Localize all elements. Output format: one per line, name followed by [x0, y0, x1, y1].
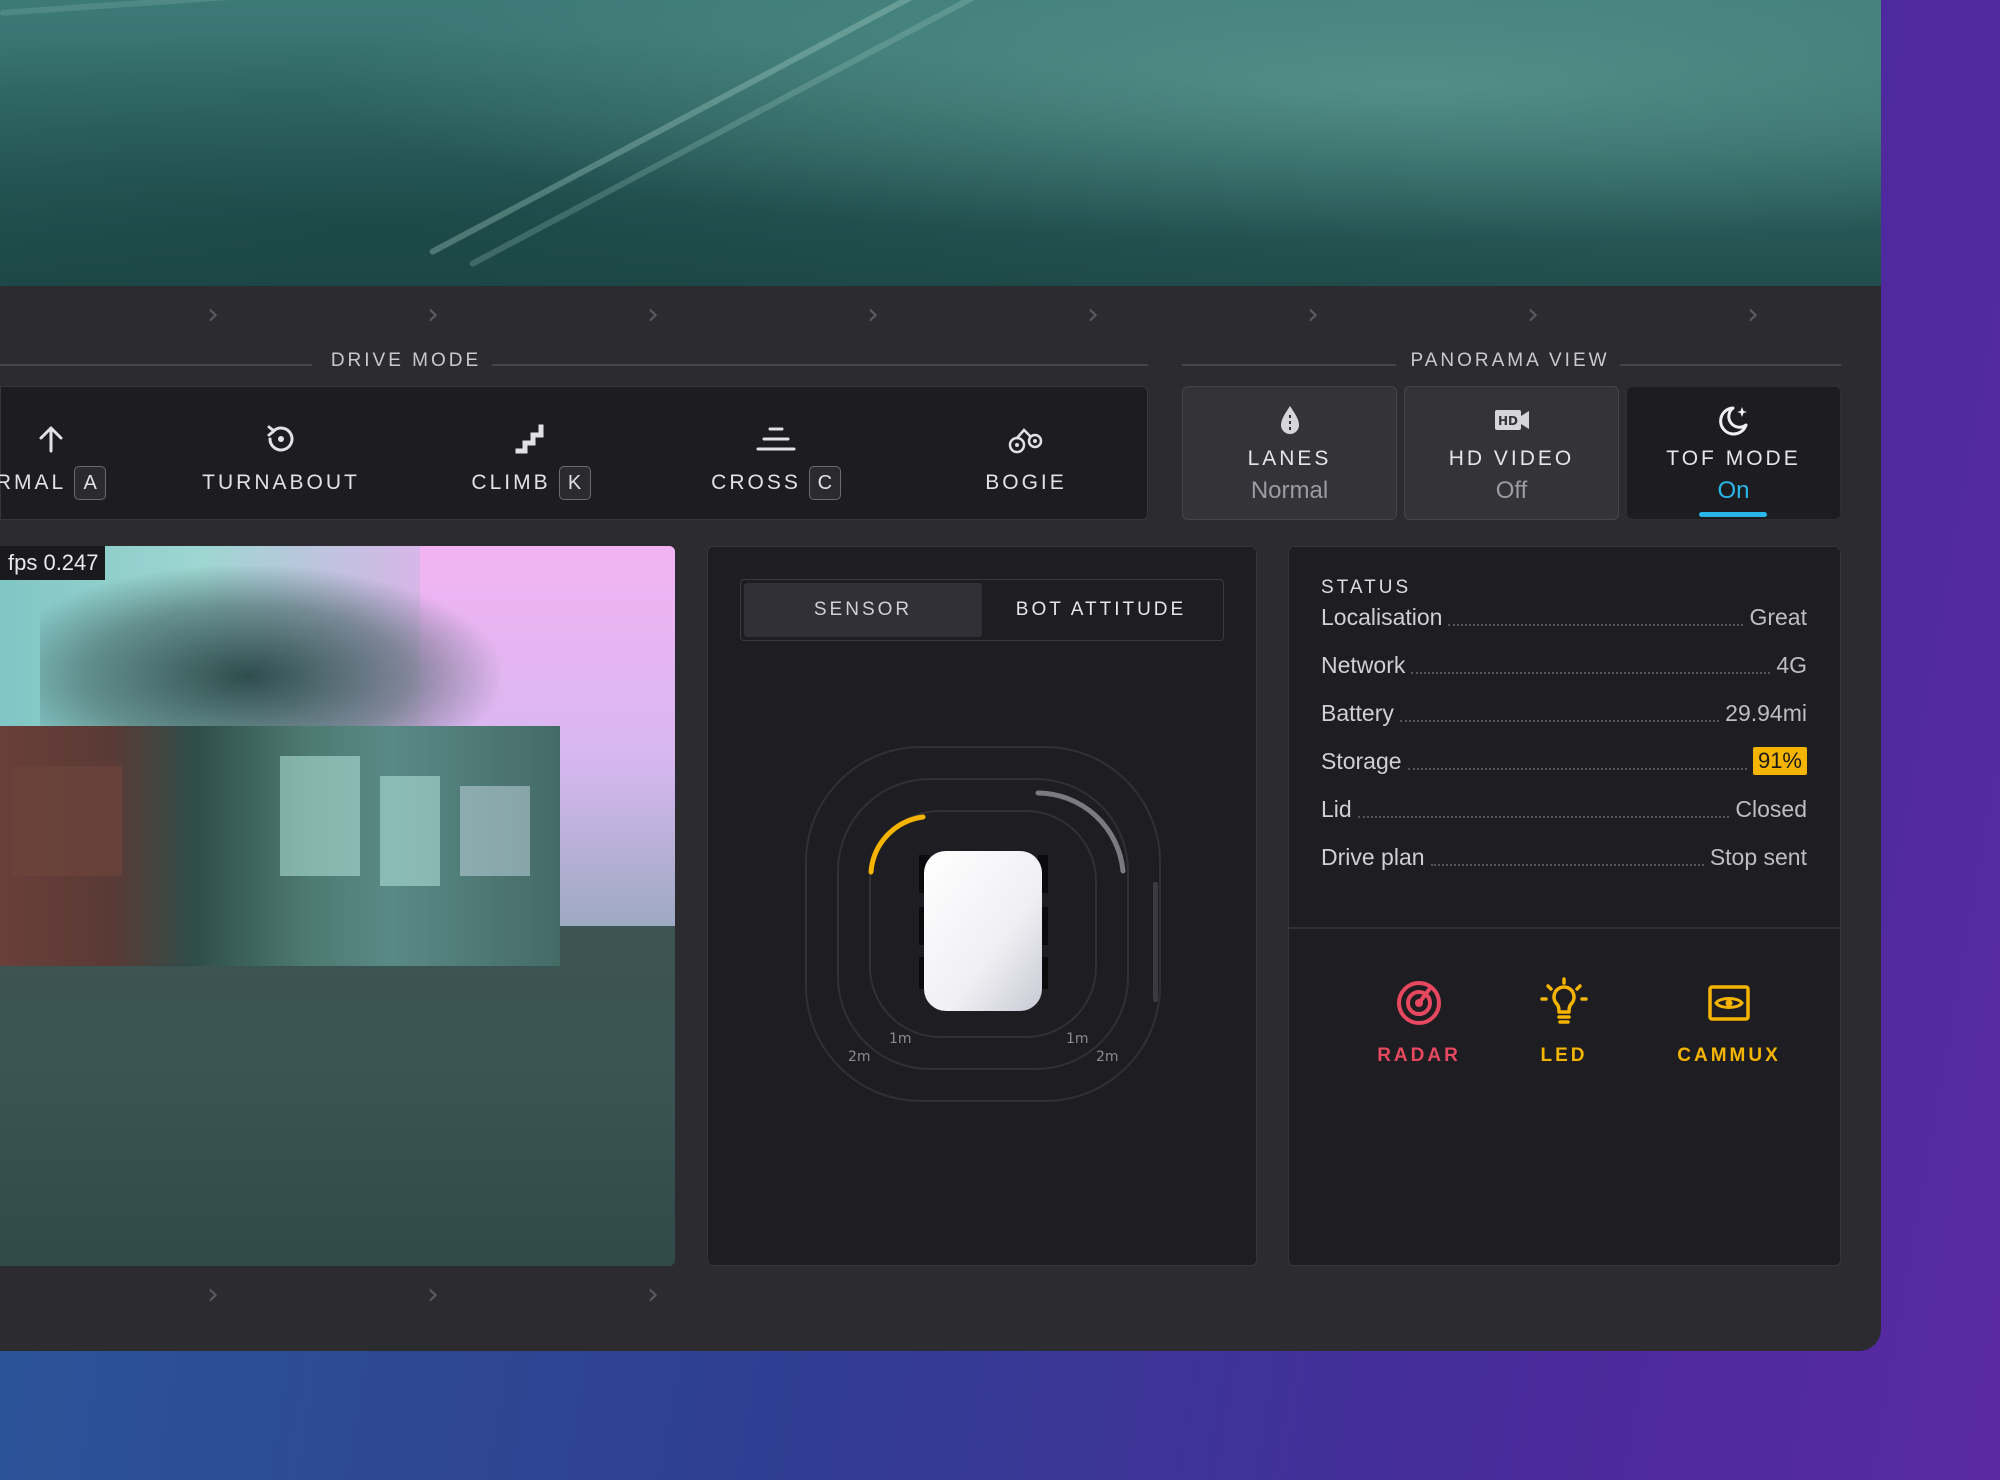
divider	[1182, 364, 1396, 366]
led-button[interactable]: LED	[1494, 975, 1634, 1067]
lightbulb-icon	[1494, 975, 1634, 1031]
chevron-right-icon: ›	[207, 297, 219, 332]
drive-mode-label: CROSS	[711, 471, 801, 494]
radar-icon	[1349, 975, 1489, 1031]
status-value-highlight: 91%	[1752, 747, 1807, 775]
ring-label-1m: 1m	[1066, 1031, 1089, 1047]
bogie-icon	[951, 421, 1101, 457]
chevron-right-icon: ›	[1087, 297, 1099, 332]
stairs-icon	[441, 421, 621, 457]
drive-mode-title: DRIVE MODE	[330, 350, 482, 371]
drive-mode-turnabout[interactable]: TURNABOUT	[201, 387, 361, 519]
drive-mode-bogie[interactable]: BOGIE	[951, 387, 1101, 519]
hd-video-icon: HD	[1405, 403, 1618, 439]
lanes-button[interactable]: LANES Normal	[1182, 386, 1397, 520]
ring-label-2m: 2m	[1096, 1049, 1119, 1065]
drive-mode-climb[interactable]: CLIMB K	[441, 387, 621, 519]
arrow-up-icon	[0, 421, 121, 457]
shortcut-key: A	[74, 466, 107, 501]
radar-button[interactable]: RADAR	[1349, 975, 1489, 1067]
sensor-tabs: SENSOR BOT ATTITUDE	[740, 579, 1224, 641]
camera-feed[interactable]	[0, 546, 675, 1266]
active-indicator	[1699, 512, 1767, 517]
camera-eye-icon	[1659, 975, 1799, 1031]
tof-mode-value: On	[1717, 477, 1750, 504]
control-panel: › › › › › › › › DRIVE MODE RMAL A TURNABO…	[0, 0, 1881, 1351]
drop-icon	[1183, 403, 1396, 439]
status-key: Lid	[1321, 795, 1352, 822]
drive-mode-label: RMAL	[0, 471, 67, 494]
status-key: Network	[1321, 651, 1406, 678]
drive-mode-label: CLIMB	[471, 471, 551, 494]
shortcut-key: K	[558, 466, 591, 501]
proximity-arc	[1035, 790, 1126, 874]
chevron-right-icon: ›	[427, 297, 439, 332]
status-row-drive-plan: Drive plan Stop sent	[1321, 837, 1807, 877]
chevron-row-bottom: › › ›	[0, 1280, 1881, 1320]
top-video-feed	[0, 0, 1881, 286]
proximity-radar: 1m 1m 2m 2m	[805, 746, 1161, 1102]
drive-mode-normal[interactable]: RMAL A	[0, 387, 121, 519]
drive-mode-bar: RMAL A TURNABOUT CLIMB K CROSS C BOGIE	[0, 386, 1148, 520]
lanes-label: LANES	[1247, 447, 1332, 470]
tab-bot-attitude[interactable]: BOT ATTITUDE	[982, 583, 1220, 637]
robot-icon	[924, 851, 1042, 1011]
status-panel: STATUS Localisation Great Network 4G Batte…	[1288, 546, 1841, 1266]
divider	[1620, 364, 1841, 366]
panorama-view-title: PANORAMA VIEW	[1410, 350, 1610, 371]
cammux-label: CAMMUX	[1677, 1045, 1781, 1066]
moon-star-icon	[1627, 403, 1840, 439]
drive-mode-label: TURNABOUT	[202, 471, 360, 494]
ring-label-1m: 1m	[889, 1031, 912, 1047]
status-row-localisation: Localisation Great	[1321, 597, 1807, 637]
led-label: LED	[1540, 1045, 1588, 1066]
status-row-lid: Lid Closed	[1321, 789, 1807, 829]
tof-mode-button[interactable]: TOF MODE On	[1626, 386, 1841, 520]
tof-mode-label: TOF MODE	[1666, 447, 1801, 470]
hd-video-value: Off	[1495, 477, 1528, 504]
status-value: 4G	[1776, 651, 1807, 678]
status-key: Storage	[1321, 747, 1402, 774]
chevron-right-icon: ›	[1307, 297, 1319, 332]
divider	[492, 364, 1148, 366]
cammux-button[interactable]: CAMMUX	[1659, 975, 1799, 1067]
sensor-panel: SENSOR BOT ATTITUDE 1m 1m 2m 2m	[707, 546, 1257, 1266]
chevron-right-icon: ›	[1747, 297, 1759, 332]
status-key: Battery	[1321, 699, 1394, 726]
radar-label: RADAR	[1377, 1045, 1461, 1066]
status-value: Great	[1749, 603, 1807, 630]
chevron-right-icon: ›	[1527, 297, 1539, 332]
status-value: Closed	[1735, 795, 1807, 822]
hd-video-button[interactable]: HD HD VIDEO Off	[1404, 386, 1619, 520]
svg-text:HD: HD	[1497, 414, 1517, 428]
status-title: STATUS	[1321, 577, 1412, 598]
chevron-row-top: › › › › › › › ›	[0, 300, 1881, 340]
chevron-right-icon: ›	[207, 1277, 219, 1312]
tab-sensor[interactable]: SENSOR	[744, 583, 982, 637]
drive-mode-label: BOGIE	[985, 471, 1067, 494]
status-row-network: Network 4G	[1321, 645, 1807, 685]
status-value: 29.94mi	[1725, 699, 1807, 726]
hd-video-label: HD VIDEO	[1448, 447, 1575, 470]
fps-counter: fps 0.247	[0, 546, 105, 580]
chevron-right-icon: ›	[867, 297, 879, 332]
rotate-icon	[201, 421, 361, 457]
status-key: Localisation	[1321, 603, 1443, 630]
drive-mode-cross[interactable]: CROSS C	[686, 387, 866, 519]
proximity-arc-warning	[868, 814, 926, 875]
chevron-right-icon: ›	[647, 297, 659, 332]
lanes-value: Normal	[1250, 477, 1329, 504]
shortcut-key: C	[808, 466, 841, 501]
chevron-right-icon: ›	[647, 1277, 659, 1312]
chevron-right-icon: ›	[427, 1277, 439, 1312]
cross-lines-icon	[686, 421, 866, 457]
divider	[0, 364, 312, 366]
divider	[1289, 927, 1840, 929]
status-row-battery: Battery 29.94mi	[1321, 693, 1807, 733]
status-row-storage: Storage 91%	[1321, 741, 1807, 781]
status-value: Stop sent	[1709, 843, 1807, 870]
ring-label-2m: 2m	[848, 1049, 871, 1065]
status-key: Drive plan	[1321, 843, 1425, 870]
